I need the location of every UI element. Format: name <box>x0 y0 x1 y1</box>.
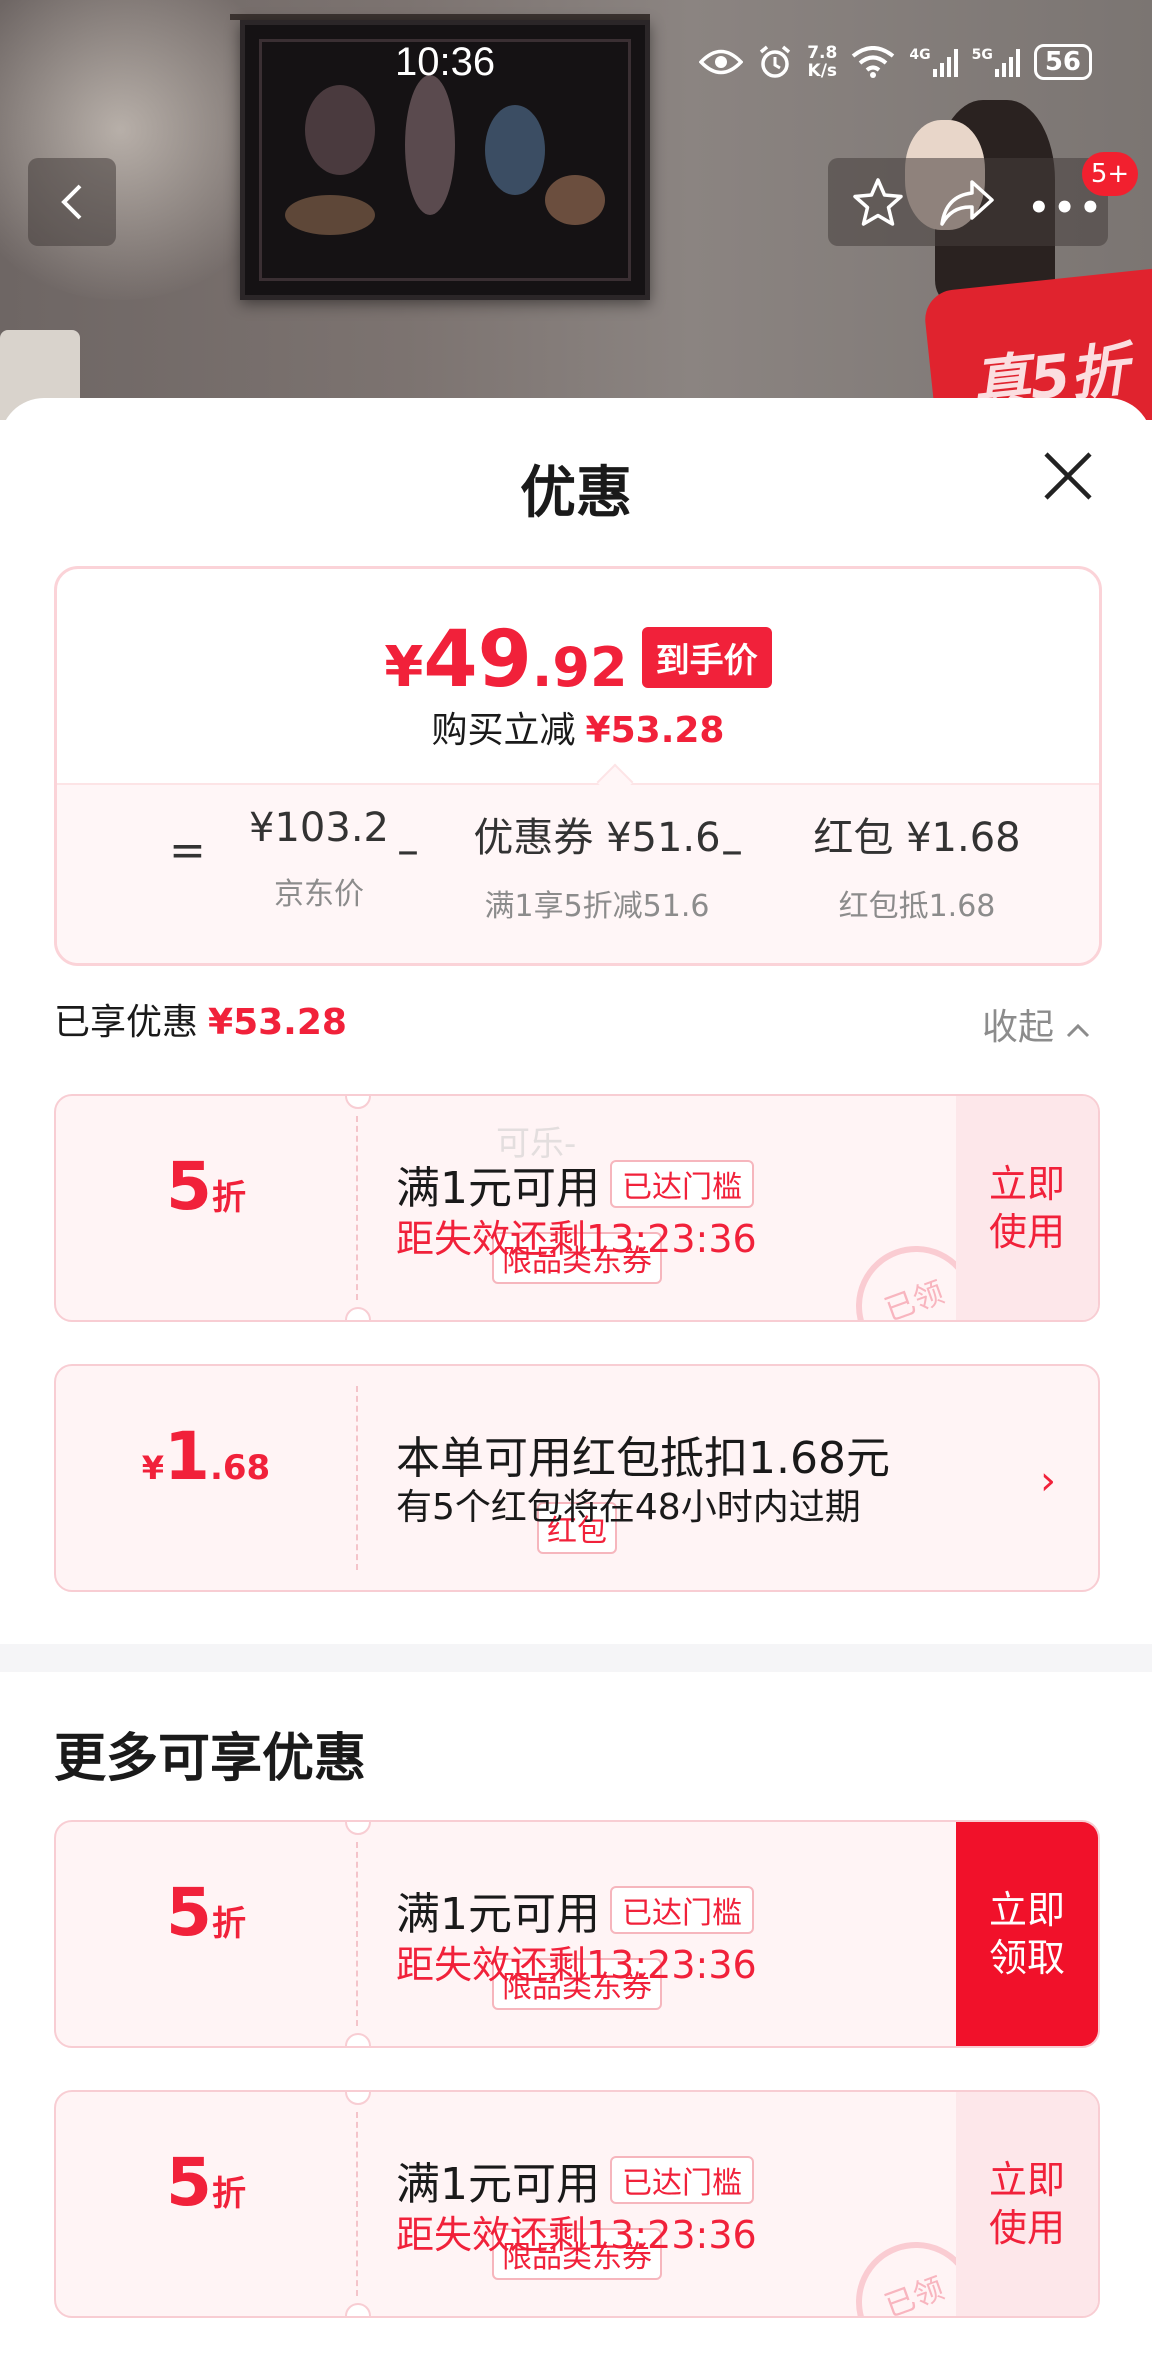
wifi-icon <box>852 46 895 78</box>
redpack-title: 本单可用红包抵扣1.68元 <box>396 1433 890 1484</box>
redpack-card[interactable]: ¥1.68 红包 本单可用红包抵扣1.68元 有5个红包将在48小时内过期 › <box>54 1364 1100 1592</box>
coupon-title: 满1元可用 已达门槛 <box>396 2148 754 2212</box>
claim-now-button[interactable]: 立即 领取 <box>956 1822 1098 2046</box>
net-speed: 7.8 K/s <box>807 43 838 81</box>
close-icon[interactable] <box>1040 448 1096 504</box>
coupon-discount: 5折 <box>166 1874 246 1951</box>
coupon-title: 满1元可用 已达门槛 <box>396 1878 754 1942</box>
redpack-expiry: 有5个红包将在48小时内过期 <box>396 1487 861 1528</box>
status-bar: 10:36 7.8 K/s 4G 5G 56 <box>0 0 1152 120</box>
threshold-tag: 已达门槛 <box>610 1886 754 1934</box>
star-icon[interactable] <box>850 176 906 230</box>
coupon-deduction: 优惠券 ¥51.6 满1享5折减51.6 <box>473 815 721 924</box>
coupon-card: 5折 限品类东券 满1元可用 已达门槛 距失效还剩13:23:36 立即 领取 <box>54 1820 1100 2048</box>
jd-price: ¥103.2 京东价 <box>249 805 389 912</box>
chevron-right-icon: › <box>1040 1458 1056 1504</box>
price-summary-card: ¥49.92 到手价 购买立减 ¥53.28 = ¥103.2 京东价 – 优惠券 … <box>54 566 1102 966</box>
alarm-icon <box>760 45 791 78</box>
top-actions: ••• <box>828 158 1108 246</box>
coupon-discount: 5折 <box>166 1148 246 1225</box>
final-price: ¥49.92 到手价 <box>57 615 1099 705</box>
share-icon[interactable] <box>938 176 996 230</box>
more-discounts-title: 更多可享优惠 <box>54 1729 367 1789</box>
chevron-left-icon <box>61 184 82 220</box>
use-now-button[interactable]: 立即 使用 <box>956 2092 1098 2316</box>
back-button[interactable] <box>28 158 116 246</box>
enjoyed-discount: 已享优惠 ¥53.28 <box>54 1002 347 1043</box>
discount-sheet: 优惠 ¥49.92 到手价 购买立减 ¥53.28 = ¥103.2 京东价 – 优… <box>0 398 1152 2376</box>
coupon-countdown: 距失效还剩13:23:36 <box>396 1943 757 1987</box>
price-breakdown: = ¥103.2 京东价 – 优惠券 ¥51.6 满1享5折减51.6 – 红包… <box>57 805 1099 925</box>
equals-sign: = <box>169 825 206 876</box>
threshold-tag: 已达门槛 <box>610 1160 754 1208</box>
signal-5g-icon: 5G <box>972 47 1020 77</box>
sheet-title: 优惠 <box>520 461 632 526</box>
eye-icon <box>699 49 744 75</box>
battery-indicator: 56 <box>1033 44 1092 80</box>
use-now-button[interactable]: 立即 使用 <box>956 1096 1098 1320</box>
more-icon[interactable]: ••• <box>1028 188 1105 228</box>
reduce-row: 购买立减 ¥53.28 <box>431 710 725 751</box>
minus-sign: – <box>721 825 743 876</box>
threshold-tag: 已达门槛 <box>610 2156 754 2204</box>
message-badge: 5+ <box>1082 152 1138 196</box>
coupon-card: 可乐- 5折 限品类东券 满1元可用 已达门槛 距失效还剩13:23:36 已领 … <box>54 1094 1100 1322</box>
coupon-title: 满1元可用 已达门槛 <box>396 1152 754 1216</box>
chevron-up-icon <box>1067 1023 1090 1038</box>
redpack-deduction: 红包 ¥1.68 红包抵1.68 <box>813 815 1021 924</box>
minus-sign: – <box>397 825 419 876</box>
coupon-countdown: 距失效还剩13:23:36 <box>396 2213 757 2257</box>
coupon-countdown: 距失效还剩13:23:36 <box>396 1217 757 1261</box>
coupon-discount: 5折 <box>166 2144 246 2221</box>
collapse-button[interactable]: 收起 <box>982 998 1091 1050</box>
coupon-card: 5折 限品类东券 满1元可用 已达门槛 距失效还剩13:23:36 已领 立即 使用 <box>54 2090 1100 2318</box>
redpack-amount: ¥1.68 <box>141 1418 271 1495</box>
final-price-tag: 到手价 <box>641 627 772 688</box>
signal-4g-icon: 4G <box>909 47 958 77</box>
status-time: 10:36 <box>395 40 496 84</box>
